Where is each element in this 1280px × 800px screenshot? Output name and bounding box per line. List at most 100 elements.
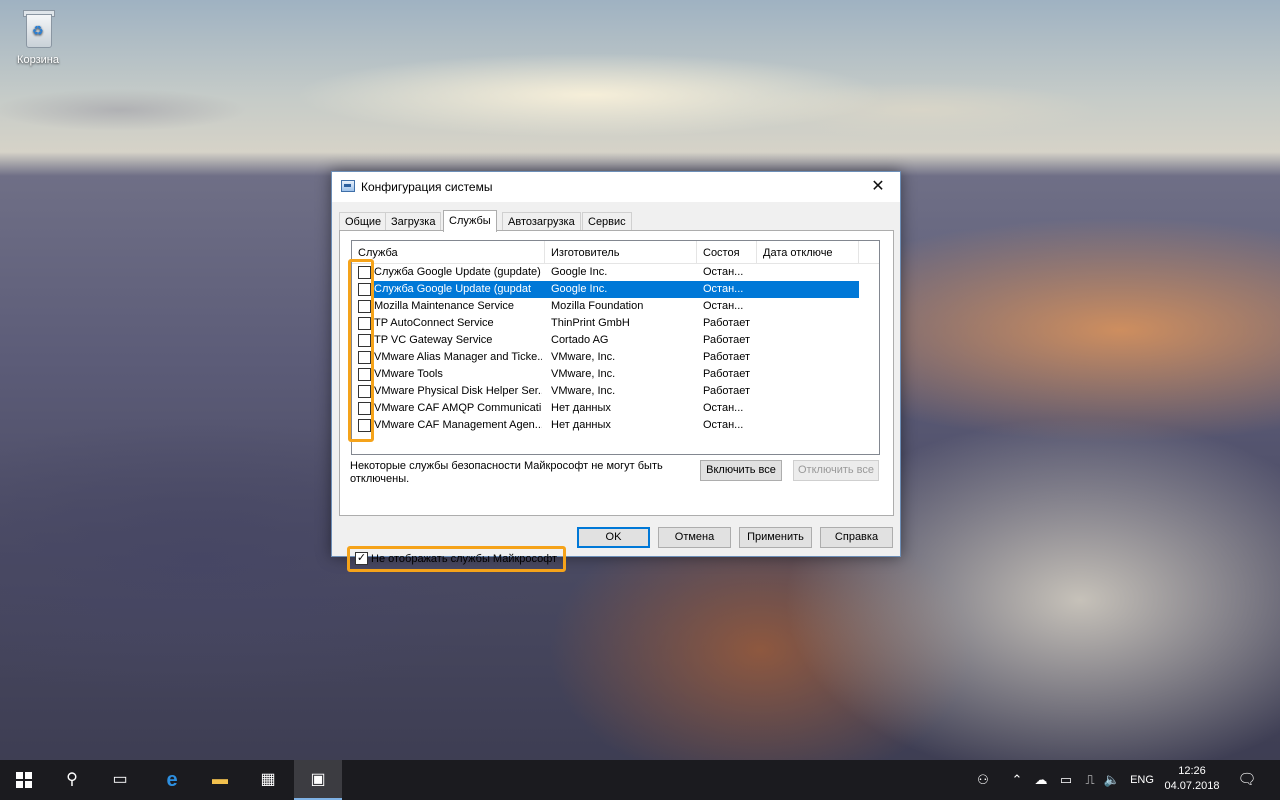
tab-tools[interactable]: Сервис bbox=[582, 212, 632, 231]
service-status: Остан... bbox=[703, 283, 744, 295]
service-row[interactable]: VMware CAF Management Agen... Нет данных О… bbox=[352, 417, 879, 434]
disable-all-button[interactable]: Отключить все bbox=[793, 460, 879, 481]
people-icon[interactable]: ⚇ bbox=[972, 760, 994, 800]
show-hidden-icons-chevron-icon[interactable]: ⌃ bbox=[1008, 760, 1026, 800]
service-status: Остан... bbox=[703, 402, 744, 414]
service-name: Служба Google Update (gupdate) bbox=[374, 266, 541, 278]
tab-boot[interactable]: Загрузка bbox=[385, 212, 442, 231]
service-checkbox[interactable] bbox=[358, 351, 371, 364]
search-button[interactable]: ⚲ bbox=[48, 760, 96, 800]
service-checkbox[interactable] bbox=[358, 317, 371, 330]
network-icon[interactable]: ⎍ bbox=[1080, 760, 1100, 800]
service-checkbox[interactable] bbox=[358, 266, 371, 279]
service-manufacturer: Нет данных bbox=[551, 419, 611, 431]
start-icon bbox=[16, 772, 32, 788]
service-status: Работает bbox=[703, 334, 751, 346]
taskbar: ⚲ ▭ e ▬ ▦ ▣ ⚇ ⌃ ☁ ▭ ⎍ 🔈 ENG 12:26 04.07.… bbox=[0, 760, 1280, 800]
security-services-note: Некоторые службы безопасности Майкрософт… bbox=[350, 460, 663, 485]
title-bar[interactable]: Конфигурация системы ✕ bbox=[332, 172, 900, 202]
service-manufacturer: ThinPrint GmbH bbox=[551, 317, 630, 329]
service-status: Работает bbox=[703, 317, 751, 329]
folder-icon: ▬ bbox=[212, 771, 228, 788]
service-manufacturer: VMware, Inc. bbox=[551, 385, 616, 397]
service-checkbox[interactable] bbox=[358, 283, 371, 296]
edge-button[interactable]: e bbox=[148, 760, 196, 800]
file-explorer-button[interactable]: ▬ bbox=[196, 760, 244, 800]
clock[interactable]: 12:26 04.07.2018 bbox=[1160, 764, 1224, 794]
column-header-disabled-date[interactable]: Дата отключе bbox=[757, 241, 859, 263]
service-manufacturer: VMware, Inc. bbox=[551, 351, 616, 363]
battery-icon[interactable]: ▭ bbox=[1056, 760, 1076, 800]
store-button[interactable]: ▦ bbox=[244, 760, 292, 800]
service-row[interactable]: Служба Google Update (gupdat Google Inc. О… bbox=[352, 281, 879, 298]
services-list[interactable]: Служба Изготовитель Состоя Дата отключе … bbox=[351, 240, 880, 455]
service-checkbox[interactable] bbox=[358, 419, 371, 432]
service-checkbox[interactable] bbox=[358, 334, 371, 347]
tab-general[interactable]: Общие bbox=[339, 212, 388, 231]
column-header-manufacturer[interactable]: Изготовитель bbox=[545, 241, 697, 263]
close-button[interactable]: ✕ bbox=[856, 172, 900, 202]
service-manufacturer: VMware, Inc. bbox=[551, 368, 616, 380]
service-name: TP AutoConnect Service bbox=[374, 317, 494, 329]
tab-services[interactable]: Службы bbox=[443, 210, 497, 232]
onedrive-cloud-icon[interactable]: ☁ bbox=[1030, 760, 1052, 800]
system-configuration-dialog: Конфигурация системы ✕ Общие Загрузка Сл… bbox=[331, 171, 901, 572]
services-panel: Служба Изготовитель Состоя Дата отключе … bbox=[339, 230, 894, 572]
edge-icon: e bbox=[166, 769, 178, 791]
service-status: Остан... bbox=[703, 266, 744, 278]
service-name: VMware Alias Manager and Ticke... bbox=[374, 351, 542, 363]
window-title: Конфигурация системы bbox=[361, 180, 493, 194]
action-center-icon[interactable]: 🗨 bbox=[1232, 760, 1262, 800]
cancel-button[interactable]: Отмена bbox=[658, 527, 731, 548]
service-name: VMware CAF Management Agen... bbox=[374, 419, 542, 431]
service-row[interactable]: TP VC Gateway Service Cortado AG Работает bbox=[352, 332, 879, 349]
msconfig-taskbar-icon: ▣ bbox=[310, 771, 326, 788]
service-name: VMware Tools bbox=[374, 368, 443, 380]
apply-button[interactable]: Применить bbox=[739, 527, 812, 548]
service-name: VMware CAF AMQP Communicati... bbox=[374, 402, 542, 414]
enable-all-button[interactable]: Включить все bbox=[700, 460, 782, 481]
input-language-indicator[interactable]: ENG bbox=[1126, 760, 1158, 800]
service-status: Остан... bbox=[703, 419, 744, 431]
service-manufacturer: Нет данных bbox=[551, 402, 611, 414]
service-row[interactable]: Служба Google Update (gupdate) Google Inc… bbox=[352, 264, 879, 281]
start-button[interactable] bbox=[0, 760, 48, 800]
service-status: Работает bbox=[703, 351, 751, 363]
column-header-status[interactable]: Состоя bbox=[697, 241, 757, 263]
service-checkbox[interactable] bbox=[358, 385, 371, 398]
column-header-service[interactable]: Служба bbox=[352, 241, 545, 263]
service-name: VMware Physical Disk Helper Ser... bbox=[374, 385, 542, 397]
service-row[interactable]: Mozilla Maintenance Service Mozilla Found… bbox=[352, 298, 879, 315]
volume-icon[interactable]: 🔈 bbox=[1102, 760, 1122, 800]
help-button[interactable]: Справка bbox=[820, 527, 893, 548]
service-manufacturer: Google Inc. bbox=[551, 283, 608, 295]
clock-time: 12:26 bbox=[1178, 765, 1206, 777]
service-row[interactable]: VMware CAF AMQP Communicati... Нет данных… bbox=[352, 400, 879, 417]
tab-startup[interactable]: Автозагрузка bbox=[502, 212, 581, 231]
hide-microsoft-services-option[interactable]: ✓ Не отображать службы Майкрософт bbox=[347, 546, 567, 572]
service-name: Служба Google Update (gupdat bbox=[374, 283, 532, 295]
list-header: Служба Изготовитель Состоя Дата отключе bbox=[352, 241, 879, 264]
recycle-bin-shortcut[interactable]: ♻ Корзина bbox=[8, 6, 68, 66]
service-row[interactable]: VMware Tools VMware, Inc. Работает bbox=[352, 366, 879, 383]
service-manufacturer: Google Inc. bbox=[551, 266, 608, 278]
service-checkbox[interactable] bbox=[358, 402, 371, 415]
list-rows: Служба Google Update (gupdate) Google Inc… bbox=[352, 264, 879, 434]
service-checkbox[interactable] bbox=[358, 368, 371, 381]
hide-microsoft-services-label: Не отображать службы Майкрософт bbox=[371, 553, 558, 565]
msconfig-taskbar-button[interactable]: ▣ bbox=[294, 760, 342, 800]
service-status: Остан... bbox=[703, 300, 744, 312]
service-checkbox[interactable] bbox=[358, 300, 371, 313]
service-row[interactable]: TP AutoConnect Service ThinPrint GmbH Рабо… bbox=[352, 315, 879, 332]
task-view-button[interactable]: ▭ bbox=[96, 760, 144, 800]
service-name: Mozilla Maintenance Service bbox=[374, 300, 515, 312]
recycle-bin-label: Корзина bbox=[17, 54, 59, 66]
hide-microsoft-services-checkbox[interactable]: ✓ bbox=[355, 551, 368, 565]
service-status: Работает bbox=[703, 368, 751, 380]
service-row[interactable]: VMware Alias Manager and Ticke... VMware,… bbox=[352, 349, 879, 366]
service-row[interactable]: VMware Physical Disk Helper Ser... VMware… bbox=[352, 383, 879, 400]
task-view-icon: ▭ bbox=[112, 771, 128, 788]
ok-button[interactable]: OK bbox=[577, 527, 650, 548]
service-manufacturer: Cortado AG bbox=[551, 334, 609, 346]
service-name: TP VC Gateway Service bbox=[374, 334, 493, 346]
